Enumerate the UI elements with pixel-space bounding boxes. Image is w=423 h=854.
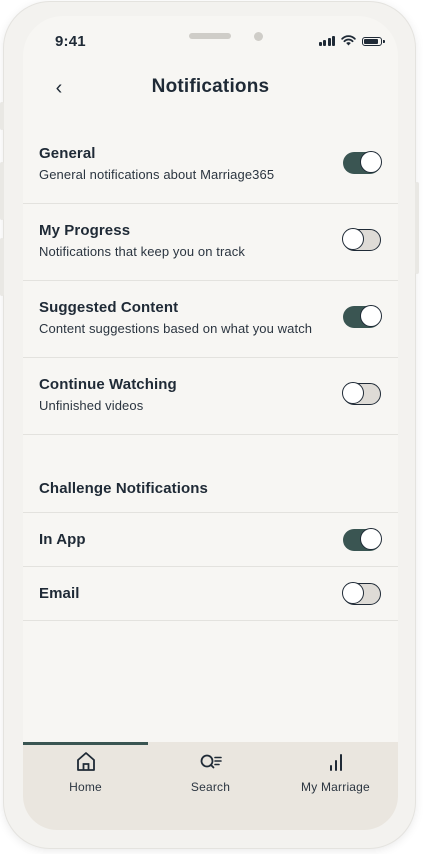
toggle-knob — [360, 305, 382, 327]
setting-row-in-app: In App — [23, 513, 398, 567]
wifi-icon — [341, 35, 356, 46]
front-camera — [254, 32, 263, 41]
setting-label: General — [39, 145, 96, 162]
notification-settings-list: General General notifications about Marr… — [23, 127, 398, 621]
setting-row-continue-watching: Continue Watching Unfinished videos — [23, 358, 398, 435]
toggle-knob — [360, 151, 382, 173]
setting-description: General notifications about Marriage365 — [39, 167, 275, 182]
toggle-knob — [342, 581, 364, 604]
section-heading: Challenge Notifications — [39, 480, 208, 497]
setting-row-my-progress: My Progress Notifications that keep you … — [23, 204, 398, 281]
in-app-toggle[interactable] — [343, 528, 382, 551]
my-progress-toggle[interactable] — [342, 227, 381, 251]
setting-row-email: Email — [23, 567, 398, 621]
continue-watching-toggle[interactable] — [342, 381, 381, 405]
setting-description: Unfinished videos — [39, 398, 144, 413]
app-screen: 9:41 ‹ Notifications General General not… — [23, 16, 398, 830]
email-toggle[interactable] — [342, 581, 381, 605]
challenge-section-header: Challenge Notifications — [23, 435, 398, 513]
speaker-grille — [189, 33, 231, 39]
signal-icon — [318, 36, 335, 46]
suggested-content-toggle[interactable] — [343, 305, 382, 328]
phone-frame: 9:41 ‹ Notifications General General not… — [0, 2, 419, 848]
bar-chart-icon — [329, 754, 342, 771]
battery-icon — [362, 37, 385, 46]
setting-label: In App — [39, 531, 86, 548]
phone-side-button — [415, 182, 419, 274]
phone-side-button — [0, 102, 4, 130]
tab-search[interactable]: Search — [148, 750, 273, 810]
tab-home[interactable]: Home — [23, 750, 148, 810]
tab-my-marriage[interactable]: My Marriage — [273, 750, 398, 810]
toggle-knob — [360, 528, 382, 550]
status-time: 9:41 — [55, 33, 86, 50]
setting-label: Suggested Content — [39, 299, 179, 316]
setting-label: Continue Watching — [39, 376, 177, 393]
general-toggle[interactable] — [343, 151, 382, 174]
tab-label: Home — [69, 780, 102, 794]
setting-label: My Progress — [39, 222, 131, 239]
setting-description: Notifications that keep you on track — [39, 244, 245, 259]
toggle-knob — [342, 381, 364, 404]
tab-label: My Marriage — [301, 780, 370, 794]
search-icon — [200, 754, 222, 769]
bottom-tab-bar: Home Search My Marriage — [23, 742, 398, 830]
nav-header: ‹ Notifications — [23, 70, 398, 110]
setting-row-general: General General notifications about Marr… — [23, 127, 398, 204]
phone-side-button — [0, 162, 4, 220]
home-icon — [76, 752, 95, 771]
page-title: Notifications — [151, 76, 270, 97]
tab-label: Search — [190, 780, 231, 794]
setting-label: Email — [39, 585, 80, 602]
setting-row-suggested-content: Suggested Content Content suggestions ba… — [23, 281, 398, 358]
toggle-knob — [342, 227, 364, 250]
status-icons — [318, 35, 385, 46]
active-tab-indicator — [23, 742, 148, 745]
phone-side-button — [0, 238, 4, 296]
setting-description: Content suggestions based on what you wa… — [39, 321, 313, 336]
